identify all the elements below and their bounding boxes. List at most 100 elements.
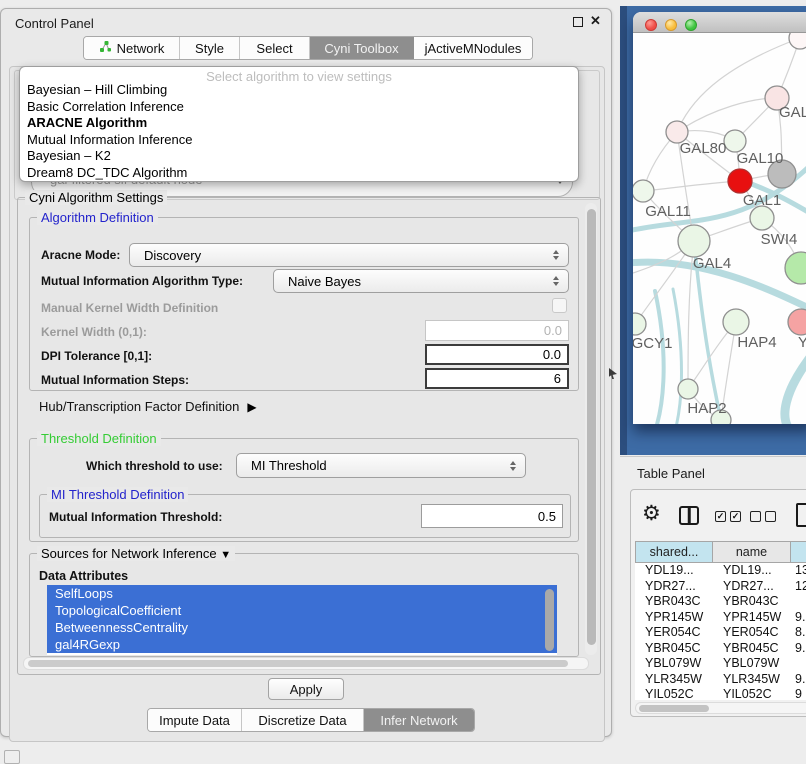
table-row[interactable]: YPR145WYPR145W9. bbox=[635, 610, 806, 626]
mi-threshold-group-title: MI Threshold Definition bbox=[47, 487, 188, 502]
deselect-all-columns-icon[interactable] bbox=[750, 511, 776, 522]
table-settings-gear[interactable]: ⚙ bbox=[642, 503, 661, 525]
column-header-name[interactable]: name bbox=[713, 541, 791, 563]
node-unlabeled-green[interactable] bbox=[785, 252, 806, 284]
table-row[interactable]: YIL052CYIL052C9 bbox=[635, 687, 806, 700]
menu-item-aracne[interactable]: ARACNE Algorithm bbox=[20, 115, 578, 132]
table-hscroll-thumb[interactable] bbox=[639, 705, 709, 712]
stepper-icon bbox=[553, 250, 559, 260]
node-gal10[interactable] bbox=[724, 130, 746, 152]
control-panel-window: Control Panel ✕ Network Style Select Cyn… bbox=[0, 8, 612, 737]
tab-network[interactable]: Network bbox=[84, 37, 180, 59]
document-icon[interactable] bbox=[796, 503, 806, 527]
aracne-mode-combo[interactable]: Discovery bbox=[129, 243, 569, 267]
node-gal11[interactable] bbox=[633, 180, 654, 202]
mi-type-label: Mutual Information Algorithm Type: bbox=[41, 274, 243, 288]
edge bbox=[655, 291, 664, 424]
table-row[interactable]: YBR043CYBR043C bbox=[635, 594, 806, 610]
mi-steps-value: 6 bbox=[554, 371, 561, 386]
menu-item-bayesian-hill-climbing[interactable]: Bayesian – Hill Climbing bbox=[20, 82, 578, 99]
table-hscrollbar[interactable] bbox=[635, 702, 806, 714]
mi-threshold-field[interactable]: 0.5 bbox=[421, 504, 563, 528]
tab-label: Discretize Data bbox=[258, 713, 346, 728]
table-row[interactable]: YLR345WYLR345W9. bbox=[635, 672, 806, 688]
mi-type-combo[interactable]: Naive Bayes bbox=[273, 269, 569, 293]
close-icon[interactable]: ✕ bbox=[590, 13, 601, 29]
expander-down-arrow-icon: ▼ bbox=[220, 549, 231, 561]
node-label: GAL1 bbox=[743, 192, 781, 209]
list-item-gal4rgexp[interactable]: gal4RGexp bbox=[47, 636, 557, 653]
network-canvas[interactable]: GAL GAL80 GAL10 GAL1 GAL11 SWI4 GAL4 GCY… bbox=[633, 33, 806, 424]
tab-label: jActiveMNodules bbox=[425, 41, 522, 56]
table-row[interactable]: YDR27...YDR27...12 bbox=[635, 579, 806, 595]
select-all-columns-icon[interactable]: ✓ ✓ bbox=[715, 511, 741, 522]
minimize-traffic-light[interactable] bbox=[665, 19, 677, 31]
list-item-betweennesscentrality[interactable]: BetweennessCentrality bbox=[47, 619, 557, 636]
tab-select[interactable]: Select bbox=[240, 37, 310, 59]
node-gcy1[interactable] bbox=[633, 313, 646, 335]
node-label: GAL10 bbox=[737, 150, 784, 167]
node-gal1[interactable] bbox=[728, 169, 752, 193]
settings-hscrollbar[interactable] bbox=[23, 657, 589, 670]
menu-item-dream8[interactable]: Dream8 DC_TDC Algorithm bbox=[20, 165, 578, 182]
node-label: GAL4 bbox=[693, 255, 731, 272]
tab-cyni-toolbox[interactable]: Cyni Toolbox bbox=[310, 37, 414, 59]
aracne-mode-value: Discovery bbox=[144, 248, 201, 263]
settings-vscroll-thumb[interactable] bbox=[587, 209, 596, 645]
menu-item-mutual-information[interactable]: Mutual Information Inference bbox=[20, 132, 578, 149]
checked-box-icon: ✓ bbox=[715, 511, 726, 522]
tab-jactivemnodules[interactable]: jActiveMNodules bbox=[414, 37, 532, 59]
threshold-definition-title: Threshold Definition bbox=[37, 431, 161, 446]
node-swi4[interactable] bbox=[750, 206, 774, 230]
tab-infer-network[interactable]: Infer Network bbox=[364, 709, 474, 731]
unchecked-box-icon bbox=[750, 511, 761, 522]
which-threshold-label: Which threshold to use: bbox=[86, 459, 223, 473]
column-header-shared[interactable]: shared... bbox=[635, 541, 713, 563]
table-body: YDL19...YDL19...13 YDR27...YDR27...12 YB… bbox=[635, 563, 806, 700]
attributes-vscroll-thumb[interactable] bbox=[545, 589, 554, 651]
node-unlabeled-top[interactable] bbox=[789, 33, 806, 49]
mi-steps-label: Mutual Information Steps: bbox=[41, 373, 189, 387]
node-hap2[interactable] bbox=[678, 379, 698, 399]
desktop-shadow-edge bbox=[620, 6, 627, 455]
zoom-traffic-light[interactable] bbox=[685, 19, 697, 31]
which-threshold-combo[interactable]: MI Threshold bbox=[236, 453, 526, 478]
menu-item-basic-correlation[interactable]: Basic Correlation Inference bbox=[20, 99, 578, 116]
table-row[interactable]: YDL19...YDL19...13 bbox=[635, 563, 806, 579]
tab-discretize-data[interactable]: Discretize Data bbox=[242, 709, 364, 731]
dpi-tolerance-label: DPI Tolerance [0,1]: bbox=[41, 349, 152, 363]
dpi-tolerance-value: 0.0 bbox=[543, 347, 561, 362]
apply-button[interactable]: Apply bbox=[268, 678, 344, 700]
close-traffic-light[interactable] bbox=[645, 19, 657, 31]
tab-impute-data[interactable]: Impute Data bbox=[148, 709, 242, 731]
table-panel: ⚙ ✓ ✓ shared... name YDL19...YDL19...13 … bbox=[630, 489, 806, 717]
sources-expander[interactable]: Sources for Network Inference ▼ bbox=[37, 546, 235, 561]
node-hap4[interactable] bbox=[723, 309, 749, 335]
table-row[interactable]: YBR045CYBR045C9. bbox=[635, 641, 806, 657]
columns-icon[interactable] bbox=[679, 506, 699, 525]
column-header-third[interactable] bbox=[791, 541, 806, 563]
control-panel-tabbar: Network Style Select Cyni Toolbox jActiv… bbox=[83, 36, 533, 60]
network-view-window: GAL GAL80 GAL10 GAL1 GAL11 SWI4 GAL4 GCY… bbox=[633, 12, 806, 424]
manual-kernel-checkbox[interactable] bbox=[552, 298, 567, 313]
mi-steps-field[interactable]: 6 bbox=[425, 368, 569, 389]
popup-placeholder: Select algorithm to view settings bbox=[20, 67, 578, 82]
list-item-selfloops[interactable]: SelfLoops bbox=[47, 585, 557, 602]
hub-factor-expander[interactable]: Hub/Transcription Factor Definition ▶ bbox=[39, 399, 257, 414]
kernel-width-field[interactable]: 0.0 bbox=[425, 320, 569, 341]
menu-item-bayesian-k2[interactable]: Bayesian – K2 bbox=[20, 148, 578, 165]
float-window-icon[interactable] bbox=[573, 17, 583, 27]
table-panel-title: Table Panel bbox=[637, 466, 705, 481]
node-y-cut[interactable] bbox=[788, 309, 806, 335]
node-gal4[interactable] bbox=[678, 225, 710, 257]
settings-vscrollbar[interactable] bbox=[585, 203, 597, 655]
list-item-topologicalcoefficient[interactable]: TopologicalCoefficient bbox=[47, 602, 557, 619]
table-row[interactable]: YER054CYER054C8. bbox=[635, 625, 806, 641]
settings-hscroll-thumb[interactable] bbox=[28, 660, 568, 667]
table-row[interactable]: YBL079WYBL079W bbox=[635, 656, 806, 672]
tab-style[interactable]: Style bbox=[180, 37, 240, 59]
network-window-titlebar[interactable] bbox=[633, 12, 806, 33]
stepper-icon bbox=[553, 276, 559, 286]
stepper-icon bbox=[510, 461, 516, 471]
dpi-tolerance-field[interactable]: 0.0 bbox=[425, 344, 569, 365]
